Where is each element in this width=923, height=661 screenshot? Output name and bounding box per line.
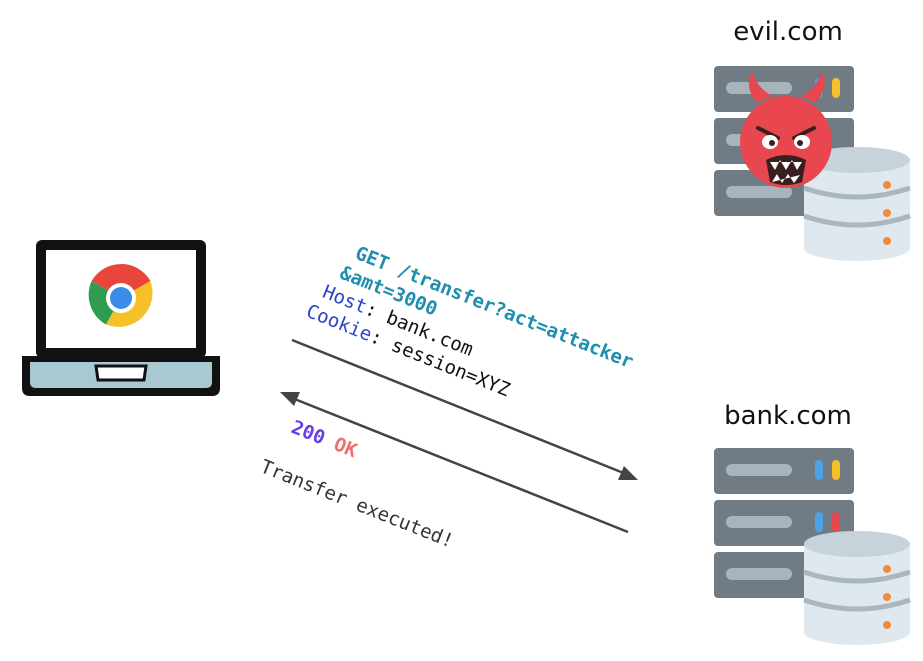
evil-server-label: evil.com	[733, 17, 843, 47]
response-arrow	[280, 392, 629, 534]
response-body: Transfer executed!	[257, 456, 456, 553]
status-text: OK	[331, 433, 361, 462]
status-code: 200	[288, 416, 328, 449]
response-status: 200 OK	[288, 416, 360, 462]
bank-database-icon	[803, 531, 911, 645]
laptop-icon	[22, 240, 220, 396]
http-response: 200 OK Transfer executed!	[257, 416, 456, 553]
csrf-diagram: evil.com bank.com GET /transfer?act=atta…	[22, 17, 911, 645]
chrome-icon	[87, 264, 155, 332]
http-request: GET /transfer?act=attacker &amt=3000 Hos…	[303, 242, 636, 401]
bank-server-label: bank.com	[724, 401, 852, 431]
